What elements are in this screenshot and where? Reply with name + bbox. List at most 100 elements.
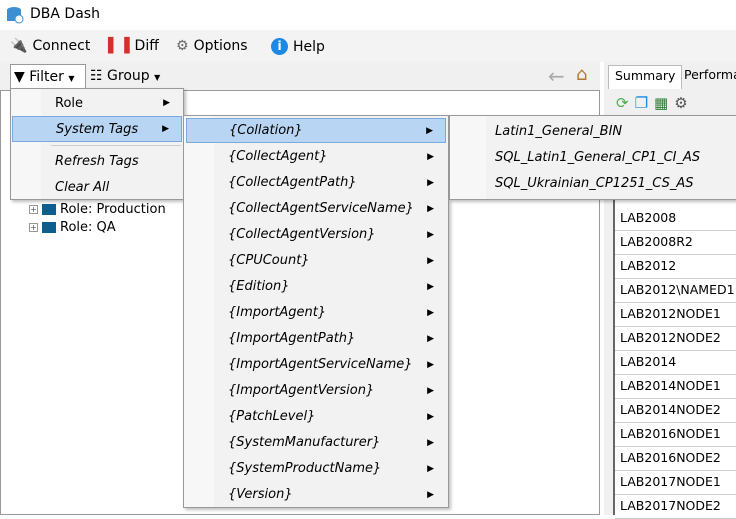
submenu-arrow-icon: ▶ (427, 333, 434, 344)
tree-node-label: Role: Production (60, 202, 166, 217)
grid-row[interactable]: LAB2016NODE2 (615, 447, 736, 471)
options-button[interactable]: ⚙ Options (176, 38, 248, 54)
menu-item-label: Clear All (55, 179, 110, 195)
submenu-arrow-icon: ▶ (427, 151, 434, 162)
back-arrow-icon[interactable]: ← (548, 64, 565, 88)
menu-item-tag[interactable]: {ImportAgentServiceName} ▶ (186, 352, 446, 377)
grid-row[interactable]: LAB2012\NAMED1 (615, 279, 736, 303)
menu-item-label: {ImportAgentServiceName} (228, 357, 413, 372)
menu-item-role[interactable]: Role ▶ (12, 91, 182, 115)
menu-item-refresh-tags[interactable]: Refresh Tags (12, 149, 182, 173)
submenu-arrow-icon: ▶ (162, 124, 169, 134)
menu-item-label: Refresh Tags (55, 153, 139, 169)
diff-button[interactable]: ▌▐ Diff (108, 38, 159, 54)
menu-item-label: Role (55, 95, 84, 111)
submenu-arrow-icon: ▶ (427, 177, 434, 188)
menu-item-tag[interactable]: {CollectAgentPath} ▶ (186, 170, 446, 195)
menu-item-label: {CollectAgentServiceName} (228, 201, 414, 216)
chevron-down-icon: ▼ (68, 74, 75, 83)
submenu-arrow-icon: ▶ (427, 385, 434, 396)
grid-row[interactable]: LAB2016NODE1 (615, 423, 736, 447)
menu-item-collation[interactable]: SQL_Ukrainian_CP1251_CS_AS (452, 171, 732, 196)
tab-summary[interactable]: Summary (608, 65, 683, 89)
expand-icon[interactable]: + (29, 223, 38, 232)
grid-row[interactable]: LAB2012NODE2 (615, 327, 736, 351)
tree-node-label: Role: QA (60, 220, 116, 235)
submenu-arrow-icon: ▶ (426, 125, 433, 136)
connect-button[interactable]: 🔌 Connect (10, 38, 90, 54)
copy-icon[interactable]: ❐ (635, 94, 648, 112)
excel-icon[interactable]: ▦ (654, 94, 668, 112)
gear-icon[interactable]: ⚙ (674, 94, 687, 112)
filter-dropdown-button[interactable]: ▼ Filter ▼ (10, 64, 86, 90)
menu-item-tag[interactable]: {ImportAgent} ▶ (186, 300, 446, 325)
group-label: Group (107, 68, 150, 84)
menu-item-label: {CollectAgent} (228, 149, 328, 164)
tree-node-role-qa[interactable]: + Role: QA (29, 220, 116, 235)
expand-icon[interactable]: + (29, 205, 38, 214)
menu-bar: 🔌 Connect ▌▐ Diff ⚙ Options i Help (0, 30, 736, 62)
title-bar: DBA Dash (0, 0, 736, 30)
menu-item-label: {SystemManufacturer} (228, 435, 381, 450)
menu-item-tag[interactable]: {ImportAgentVersion} ▶ (186, 378, 446, 403)
help-button[interactable]: i Help (271, 38, 325, 55)
toolbar: ▼ Filter ▼ ☷ Group ▼ ← ⌂ (0, 62, 600, 90)
submenu-arrow-icon: ▶ (427, 463, 434, 474)
folder-icon (42, 222, 56, 233)
grid-row[interactable]: LAB2014NODE2 (615, 399, 736, 423)
menu-item-tag[interactable]: {ImportAgentPath} ▶ (186, 326, 446, 351)
home-icon[interactable]: ⌂ (576, 64, 587, 85)
group-dropdown-button[interactable]: ☷ Group ▼ (90, 68, 160, 84)
filter-label: Filter (29, 69, 64, 85)
menu-item-label: {PatchLevel} (228, 409, 316, 424)
menu-item-system-tags[interactable]: System Tags ▶ (12, 116, 182, 142)
grid-row[interactable]: LAB2012 (615, 255, 736, 279)
submenu-arrow-icon: ▶ (163, 98, 170, 108)
folder-icon (42, 204, 56, 215)
menu-item-label: {Collation} (229, 123, 303, 138)
grid-row[interactable]: LAB2014NODE1 (615, 375, 736, 399)
connect-icon: 🔌 (10, 38, 28, 54)
grid-row[interactable]: LAB2012NODE1 (615, 303, 736, 327)
grid-row[interactable]: LAB2017NODE1 (615, 471, 736, 495)
grid-row[interactable]: LAB2014 (615, 351, 736, 375)
system-tags-menu: {Collation} ▶ {CollectAgent} ▶ {CollectAgent… (183, 115, 449, 508)
menu-item-label: {ImportAgent} (228, 305, 327, 320)
refresh-icon[interactable]: ⟳ (616, 94, 629, 112)
menu-item-label: {Edition} (228, 279, 290, 294)
menu-item-collation[interactable]: Latin1_General_BIN (452, 119, 732, 144)
grid-row[interactable]: LAB2008R2 (615, 231, 736, 255)
tab-performance[interactable]: Performa (678, 65, 736, 89)
menu-item-tag[interactable]: {CollectAgentVersion} ▶ (186, 222, 446, 247)
menu-item-label: {CollectAgentPath} (228, 175, 357, 190)
menu-item-tag[interactable]: {PatchLevel} ▶ (186, 404, 446, 429)
menu-item-tag[interactable]: {SystemManufacturer} ▶ (186, 430, 446, 455)
filter-menu: Role ▶ System Tags ▶ Refresh Tags Clear Al… (10, 88, 184, 200)
menu-item-label: {CollectAgentVersion} (228, 227, 376, 242)
group-icon: ☷ (90, 68, 103, 84)
menu-item-tag[interactable]: {CollectAgentServiceName} ▶ (186, 196, 446, 221)
submenu-arrow-icon: ▶ (427, 307, 434, 318)
connect-label: Connect (32, 38, 91, 54)
menu-item-tag[interactable]: {Collation} ▶ (186, 118, 446, 143)
info-icon: i (271, 38, 288, 55)
submenu-arrow-icon: ▶ (427, 437, 434, 448)
menu-item-collation[interactable]: SQL_Latin1_General_CP1_CI_AS (452, 145, 732, 170)
menu-item-clear-all[interactable]: Clear All (12, 175, 182, 199)
submenu-arrow-icon: ▶ (427, 411, 434, 422)
grid-row[interactable]: LAB2017NODE2 (615, 495, 736, 519)
submenu-arrow-icon: ▶ (427, 359, 434, 370)
menu-item-tag[interactable]: {SystemProductName} ▶ (186, 456, 446, 481)
menu-item-tag[interactable]: {Edition} ▶ (186, 274, 446, 299)
menu-item-tag[interactable]: {CollectAgent} ▶ (186, 144, 446, 169)
menu-item-label: {SystemProductName} (228, 461, 382, 476)
tree-node-role-production[interactable]: + Role: Production (29, 202, 166, 217)
collation-menu: Latin1_General_BIN SQL_Latin1_General_CP1… (449, 115, 736, 200)
grid-row[interactable]: LAB2008 (615, 207, 736, 231)
menu-item-tag[interactable]: {Version} ▶ (186, 482, 446, 507)
menu-item-label: SQL_Ukrainian_CP1251_CS_AS (495, 176, 694, 191)
diff-label: Diff (134, 38, 159, 54)
submenu-arrow-icon: ▶ (427, 229, 434, 240)
menu-item-tag[interactable]: {CPUCount} ▶ (186, 248, 446, 273)
menu-item-label: {CPUCount} (228, 253, 310, 268)
